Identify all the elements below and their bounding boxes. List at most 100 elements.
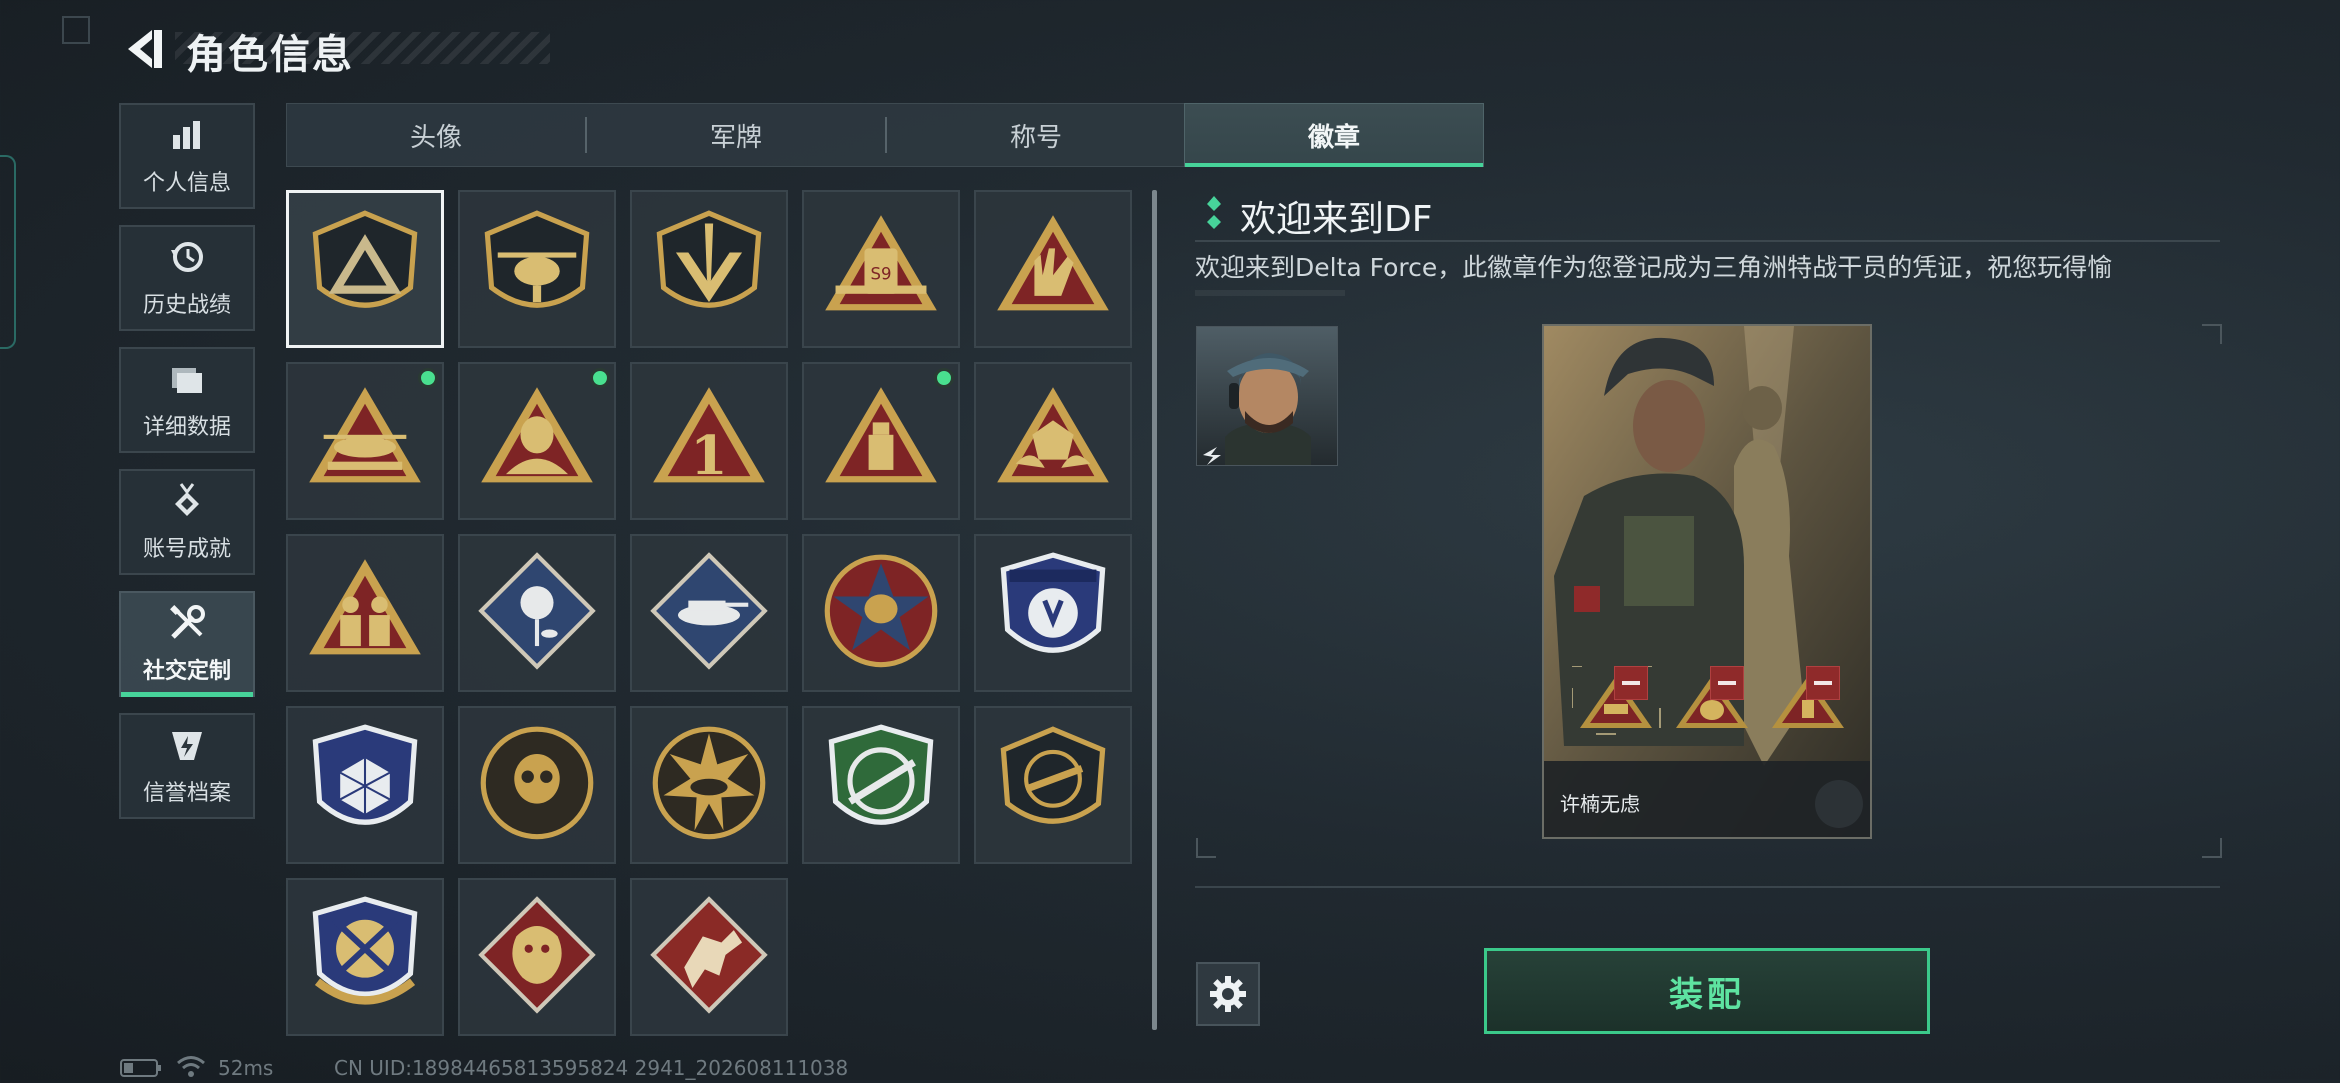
operator-triangle-badge-icon <box>481 387 593 483</box>
wifi-icon <box>176 1054 206 1083</box>
s9-emblem-badge-icon: S9 <box>825 215 937 311</box>
sidebar-item-reputation[interactable]: 信誉档案 <box>119 713 255 819</box>
new-indicator-dot <box>418 368 438 388</box>
badge-cell[interactable] <box>630 534 788 692</box>
blue-d20-shield-badge-icon <box>312 724 418 825</box>
bar-chart-icon <box>167 115 207 155</box>
dice-hands-triangle-badge-icon <box>997 387 1109 483</box>
frame-corner <box>1196 838 1216 858</box>
ping-text: 52ms <box>218 1056 274 1080</box>
number-one-triangle-badge-icon: 1 <box>653 387 765 487</box>
badge-cell[interactable] <box>458 534 616 692</box>
blue-shield-badge-icon <box>1000 552 1106 653</box>
description-overflow-hint <box>1195 290 1345 296</box>
page-title: 角色信息 <box>186 32 354 78</box>
medal-icon <box>167 481 207 521</box>
svg-text:1: 1 <box>690 424 727 487</box>
frame-corner <box>2202 838 2222 858</box>
sidebar-item-label: 信誉档案 <box>142 781 231 806</box>
corner-mark <box>62 16 90 44</box>
remove-badge-slot-2-button[interactable] <box>1710 666 1744 700</box>
divider <box>1195 240 2220 242</box>
badge-cell[interactable] <box>286 362 444 520</box>
badge-cell[interactable] <box>286 706 444 864</box>
badge-cell[interactable] <box>802 706 960 864</box>
badge-cell[interactable] <box>974 190 1132 348</box>
sidebar-item-label: 历史战绩 <box>142 293 231 318</box>
grid-scrollbar[interactable] <box>1152 190 1157 1030</box>
tools-icon <box>167 603 207 643</box>
operator-portrait[interactable] <box>1196 326 1338 466</box>
sidebar-item-achievements[interactable]: 账号成就 <box>119 469 255 575</box>
sidebar-item-label: 社交定制 <box>142 659 231 684</box>
history-icon <box>167 237 207 277</box>
new-indicator-dot <box>934 368 954 388</box>
badge-cell[interactable] <box>630 706 788 864</box>
rock-hand-triangle-badge-icon <box>997 215 1109 311</box>
badge-cell[interactable] <box>802 362 960 520</box>
badge-cell[interactable] <box>802 534 960 692</box>
frame-corner <box>2202 324 2222 344</box>
shield-bolt-icon <box>167 725 207 765</box>
sidebar-item-label: 个人信息 <box>142 171 231 196</box>
badge-detail-title: 欢迎来到DF <box>1240 199 1433 240</box>
remove-badge-slot-1-button[interactable] <box>1614 666 1648 700</box>
delta-shield-badge-icon <box>312 210 418 308</box>
tab-dogtag[interactable]: 军牌 <box>587 103 885 167</box>
edge-handle[interactable] <box>0 155 16 349</box>
badge-cell[interactable] <box>286 534 444 692</box>
remove-badge-slot-3-button[interactable] <box>1806 666 1840 700</box>
new-indicator-dot <box>590 368 610 388</box>
usb-triangle-badge-icon <box>825 387 937 483</box>
title-marker-icon <box>1206 196 1222 230</box>
svg-text:S9: S9 <box>871 264 892 283</box>
green-rifle-shield-badge-icon <box>828 724 934 825</box>
badge-cell[interactable] <box>286 878 444 1036</box>
sidebar-item-history[interactable]: 历史战绩 <box>119 225 255 331</box>
settings-button[interactable] <box>1196 962 1260 1026</box>
badge-detail-description: 欢迎来到Delta Force，此徽章作为您登记成为三角洲特战干员的凭证，祝您玩… <box>1195 253 2113 282</box>
operator-name: 许楠无虑 <box>1560 792 1640 816</box>
tab-badge[interactable]: 徽章 <box>1184 103 1484 167</box>
badge-cell[interactable] <box>286 190 444 348</box>
helicopter-shield-badge-icon <box>484 210 590 308</box>
battery-icon <box>120 1058 162 1083</box>
badge-cell[interactable] <box>974 706 1132 864</box>
tab-avatar[interactable]: 头像 <box>287 103 585 167</box>
tab-title[interactable]: 称号 <box>887 103 1185 167</box>
back-button[interactable] <box>118 26 168 72</box>
squad-triangle-badge-icon <box>309 559 421 655</box>
badge-cell[interactable] <box>458 362 616 520</box>
badge-cell[interactable] <box>458 706 616 864</box>
equipped-badge-slots <box>1572 666 1872 736</box>
smg-shield-badge-icon <box>1000 726 1106 824</box>
back-arrow-icon <box>128 30 162 68</box>
skull-round-badge-icon <box>480 726 594 840</box>
operator-card[interactable] <box>1542 324 1872 839</box>
star-skull-round-badge-icon <box>824 554 938 668</box>
badge-cell[interactable] <box>974 534 1132 692</box>
equip-button[interactable]: 装配 <box>1484 948 1930 1034</box>
sidebar-item-details[interactable]: 详细数据 <box>119 347 255 453</box>
crossed-rifles-laurel-badge-icon <box>312 896 418 1005</box>
badge-cell[interactable]: 1 <box>630 362 788 520</box>
dragon-diamond-badge-icon <box>478 896 596 1014</box>
badge-cell[interactable] <box>630 190 788 348</box>
tank-burst-round-badge-icon <box>652 726 766 840</box>
sidebar-item-social[interactable]: 社交定制 <box>119 591 255 697</box>
divider <box>1195 886 2220 888</box>
dagger-shield-badge-icon <box>656 210 762 308</box>
badge-cell[interactable] <box>458 190 616 348</box>
badge-cell[interactable]: S9 <box>802 190 960 348</box>
badge-cell[interactable] <box>458 878 616 1036</box>
badge-cell[interactable] <box>974 362 1132 520</box>
helicopter-triangle-badge-icon <box>309 387 421 483</box>
sidebar-item-label: 详细数据 <box>142 415 231 440</box>
tank-diamond-badge-icon <box>650 552 768 670</box>
runner-diamond-badge-icon <box>650 896 768 1014</box>
sidebar-item-profile[interactable]: 个人信息 <box>119 103 255 209</box>
sidebar-item-label: 账号成就 <box>142 537 231 562</box>
folder-icon <box>167 359 207 399</box>
badge-cell[interactable] <box>630 878 788 1036</box>
uid-text: CN UID:18984465813595824 2941_2026081110… <box>334 1056 849 1080</box>
